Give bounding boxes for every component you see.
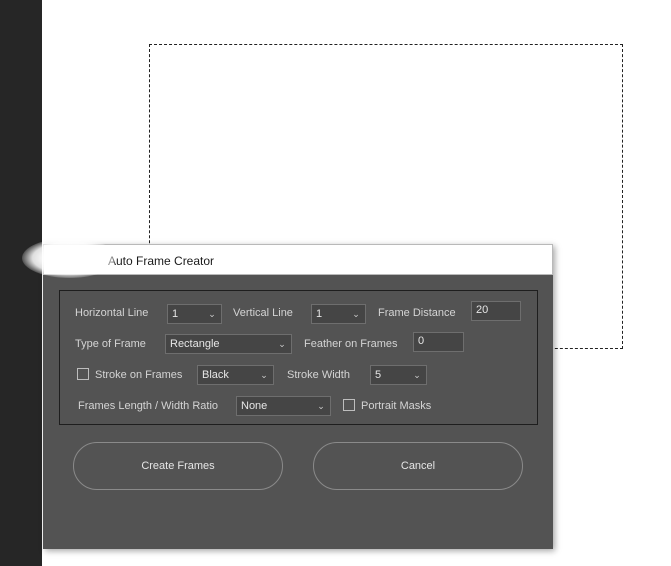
vertical-line-label: Vertical Line bbox=[233, 307, 293, 319]
type-of-frame-value: Rectangle bbox=[170, 338, 220, 350]
frame-distance-label: Frame Distance bbox=[378, 307, 456, 319]
app-side-panel bbox=[0, 0, 42, 566]
chevron-down-icon: ⌄ bbox=[352, 309, 360, 319]
stroke-width-select[interactable]: 5 ⌄ bbox=[370, 365, 427, 385]
stroke-width-label: Stroke Width bbox=[287, 369, 350, 381]
horizontal-line-label: Horizontal Line bbox=[75, 307, 149, 319]
stroke-color-value: Black bbox=[202, 369, 229, 381]
chevron-down-icon: ⌄ bbox=[260, 370, 268, 380]
ratio-value: None bbox=[241, 400, 268, 412]
stroke-color-select[interactable]: Black ⌄ bbox=[197, 365, 274, 385]
options-group: Horizontal Line 1 ⌄ Vertical Line 1 ⌄ Fr… bbox=[59, 290, 538, 425]
vertical-line-value: 1 bbox=[316, 308, 323, 320]
chevron-down-icon: ⌄ bbox=[208, 309, 216, 319]
stroke-width-value: 5 bbox=[375, 369, 382, 381]
chevron-down-icon: ⌄ bbox=[278, 339, 286, 349]
chevron-down-icon: ⌄ bbox=[317, 401, 325, 411]
type-of-frame-select[interactable]: Rectangle ⌄ bbox=[165, 334, 292, 354]
feather-on-frames-label: Feather on Frames bbox=[304, 338, 398, 350]
cursor-glow bbox=[22, 238, 117, 278]
dialog-title: Auto Frame Creator bbox=[108, 254, 215, 268]
portrait-masks-checkbox[interactable] bbox=[343, 399, 355, 411]
chevron-down-icon: ⌄ bbox=[413, 370, 421, 380]
dialog-titlebar[interactable]: Auto Frame Creator bbox=[43, 244, 553, 275]
horizontal-line-select[interactable]: 1 ⌄ bbox=[167, 304, 222, 324]
create-frames-button[interactable]: Create Frames bbox=[73, 442, 283, 490]
stroke-on-frames-checkbox[interactable] bbox=[77, 368, 89, 380]
stroke-on-frames-label: Stroke on Frames bbox=[95, 369, 183, 381]
feather-on-frames-input[interactable]: 0 bbox=[413, 332, 464, 352]
horizontal-line-value: 1 bbox=[172, 308, 179, 320]
auto-frame-creator-dialog: Auto Frame Creator Horizontal Line 1 ⌄ V… bbox=[43, 244, 553, 549]
type-of-frame-label: Type of Frame bbox=[75, 338, 146, 350]
frame-distance-input[interactable]: 20 bbox=[471, 301, 521, 321]
portrait-masks-label: Portrait Masks bbox=[361, 400, 432, 412]
cancel-button[interactable]: Cancel bbox=[313, 442, 523, 490]
ratio-label: Frames Length / Width Ratio bbox=[78, 400, 219, 412]
vertical-line-select[interactable]: 1 ⌄ bbox=[311, 304, 366, 324]
ratio-select[interactable]: None ⌄ bbox=[236, 396, 331, 416]
